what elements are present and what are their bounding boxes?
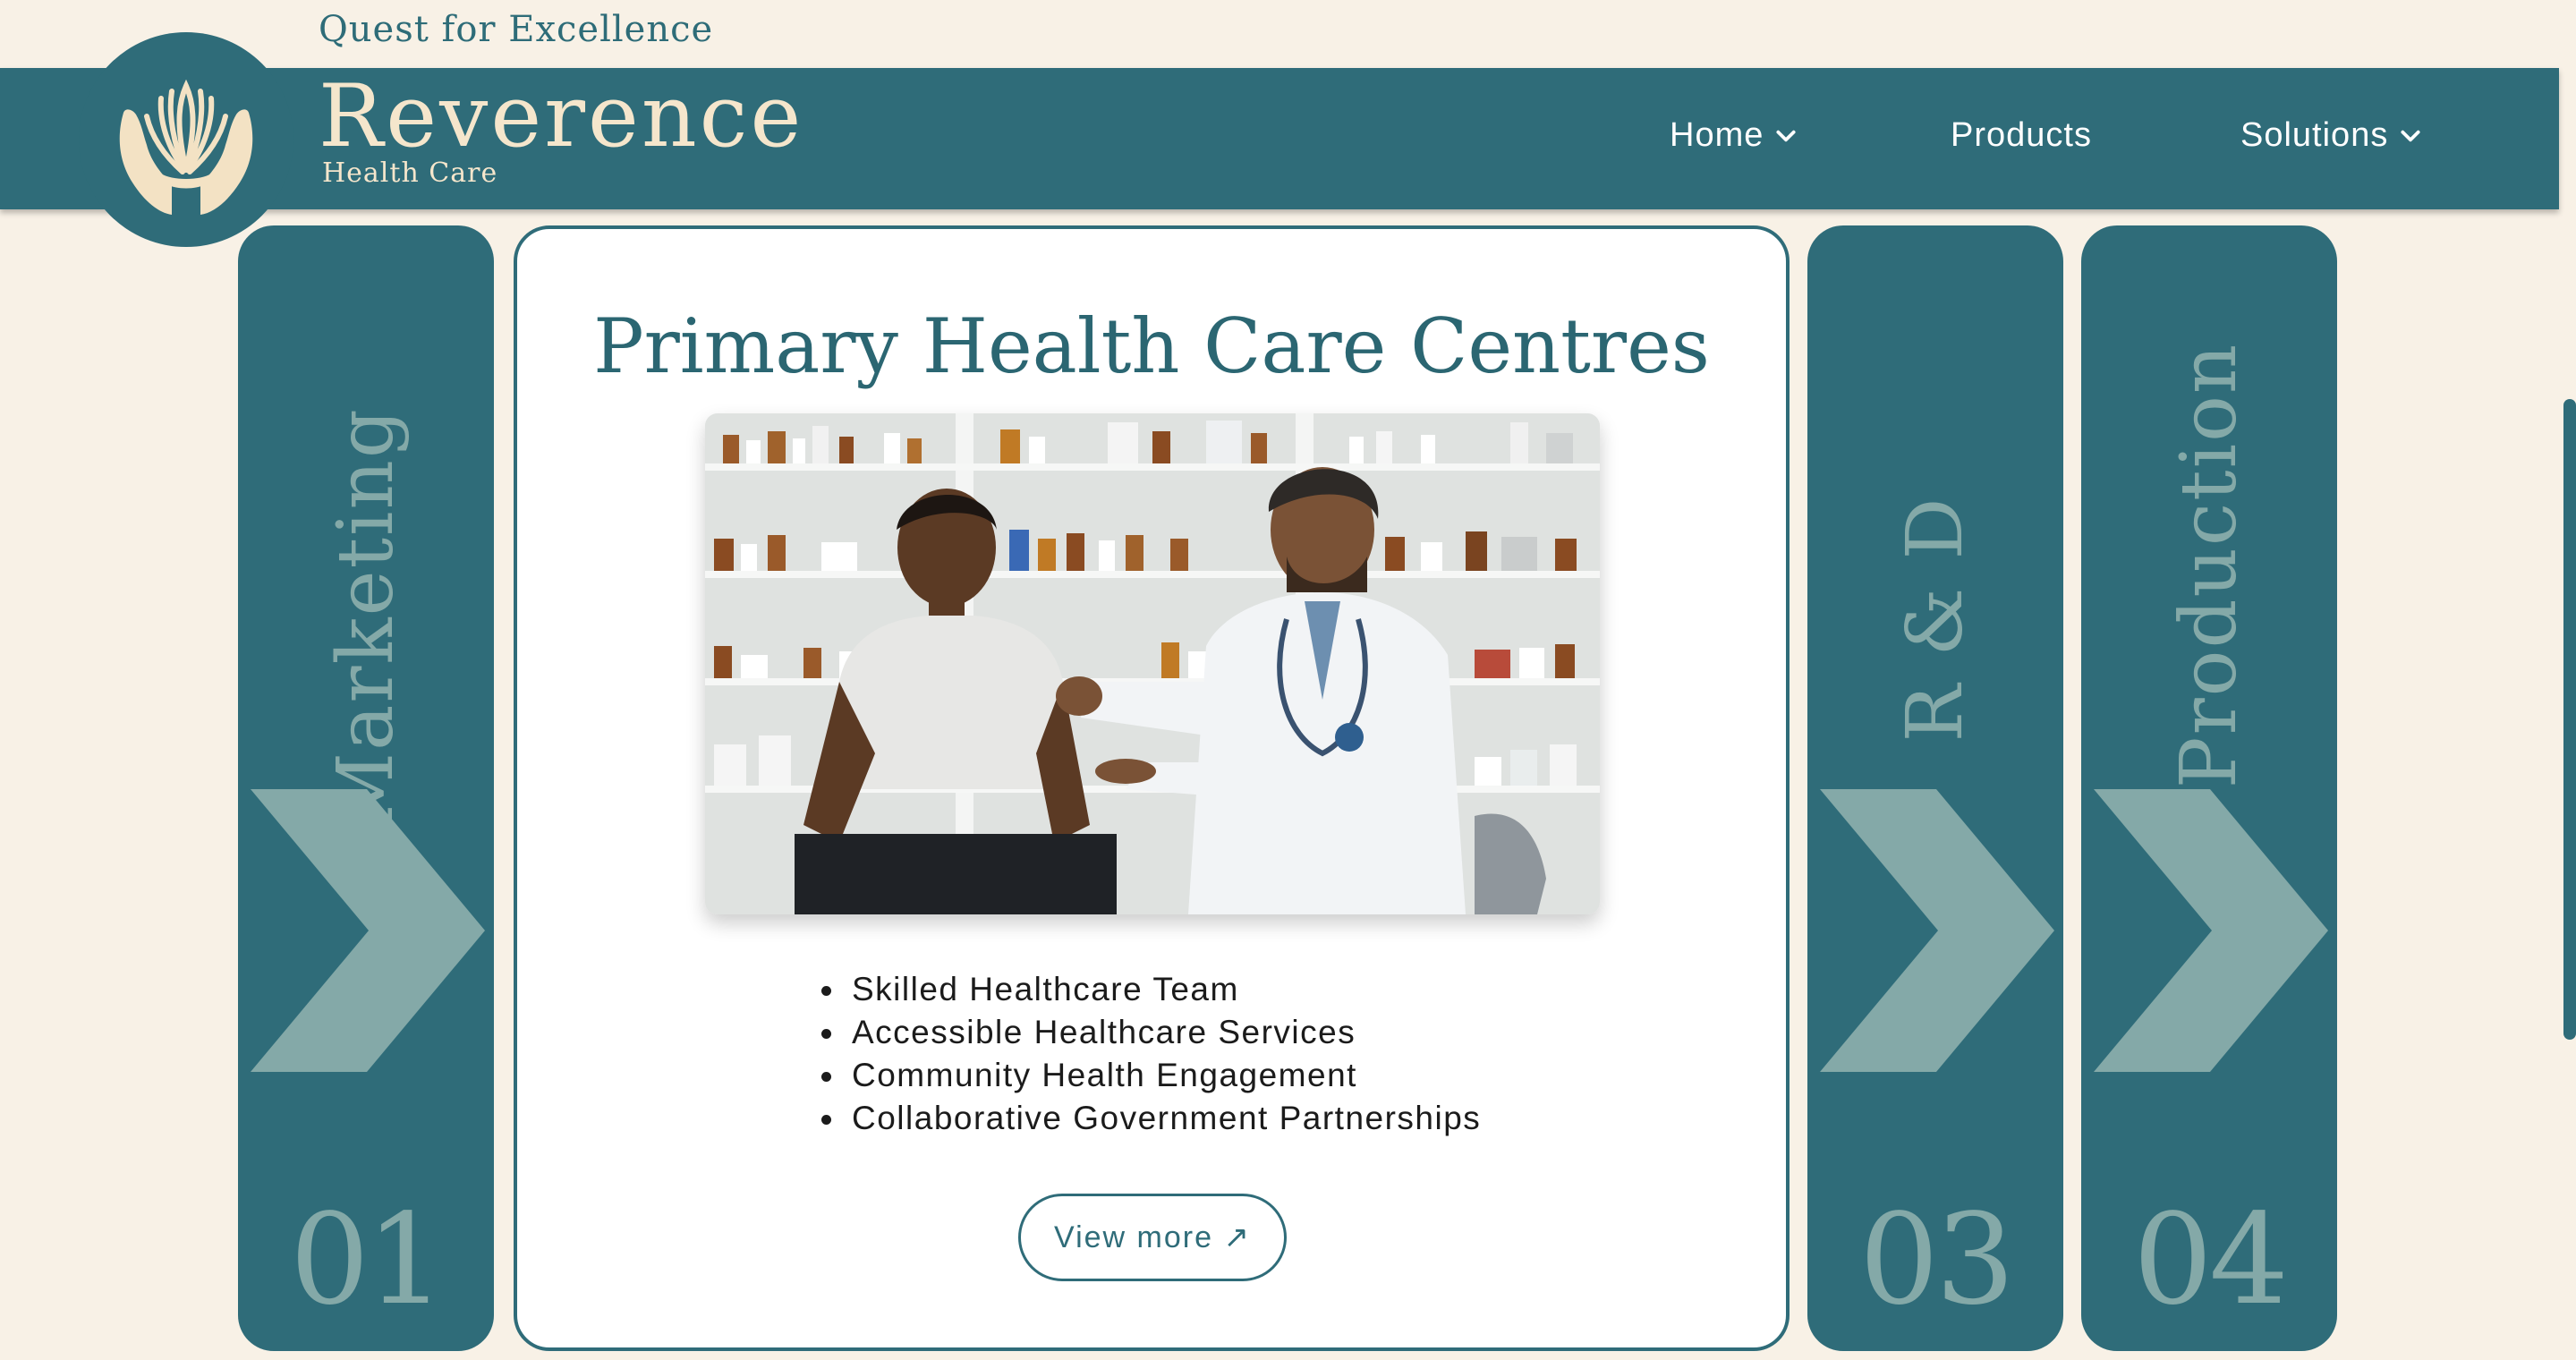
chevron-down-icon xyxy=(2401,130,2420,141)
tagline: Quest for Excellence xyxy=(319,9,714,50)
view-more-button[interactable]: View more ↗ xyxy=(1018,1194,1287,1281)
panel-label: Marketing xyxy=(321,407,411,831)
nav-products-label: Products xyxy=(1951,116,2092,154)
panel-number: 01 xyxy=(289,1187,446,1333)
logo[interactable] xyxy=(79,32,293,247)
feature-item: Collaborative Government Partnerships xyxy=(821,1097,1481,1140)
chevron-right-icon xyxy=(1820,789,2054,1072)
panel-marketing[interactable]: Marketing 01 xyxy=(238,225,494,1351)
card-title: Primary Health Care Centres xyxy=(593,302,1710,390)
feature-item: Community Health Engagement xyxy=(821,1054,1481,1097)
service-card: Primary Health Care Centres Skilled Heal… xyxy=(514,225,1790,1351)
panel-label: Production xyxy=(2164,342,2254,789)
brand-subtitle: Health Care xyxy=(322,157,498,189)
feature-item: Skilled Healthcare Team xyxy=(821,968,1481,1011)
nav-home-label: Home xyxy=(1670,116,1764,154)
nav-solutions[interactable]: Solutions xyxy=(2240,116,2422,155)
brand-name[interactable]: Reverence xyxy=(319,73,803,159)
feature-list: Skilled Healthcare Team Accessible Healt… xyxy=(821,968,1481,1140)
panel-production[interactable]: Production 04 xyxy=(2081,225,2337,1351)
nav-products[interactable]: Products xyxy=(1951,116,2092,155)
nav-solutions-label: Solutions xyxy=(2240,116,2389,154)
hands-lotus-icon xyxy=(119,79,253,215)
chevron-down-icon xyxy=(1776,130,1796,141)
doctor-patient-photo xyxy=(705,413,1600,914)
feature-item: Accessible Healthcare Services xyxy=(821,1011,1481,1054)
scrollbar-thumb[interactable] xyxy=(2563,399,2576,1040)
chevron-right-icon xyxy=(251,789,485,1072)
panel-label: R & D xyxy=(1891,496,1980,743)
chevron-right-icon xyxy=(2094,789,2328,1072)
panel-number: 04 xyxy=(2132,1187,2289,1333)
nav-home[interactable]: Home xyxy=(1670,116,1798,155)
panel-number: 03 xyxy=(1858,1187,2015,1333)
panel-rnd[interactable]: R & D 03 xyxy=(1807,225,2063,1351)
